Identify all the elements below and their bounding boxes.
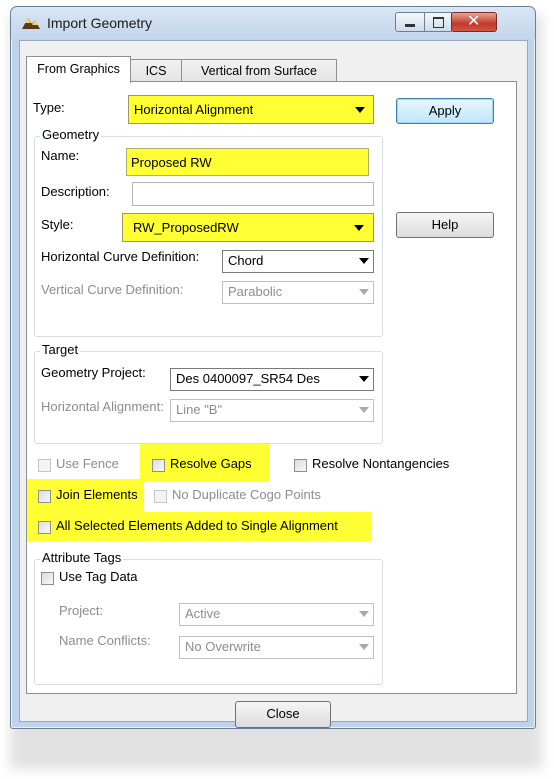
chevron-down-icon	[359, 611, 369, 617]
no-duplicate-cogo-label: No Duplicate Cogo Points	[172, 487, 321, 502]
chevron-down-icon	[359, 644, 369, 650]
chevron-down-icon	[354, 225, 364, 231]
chevron-down-icon	[359, 289, 369, 295]
chevron-down-icon	[359, 376, 369, 382]
horizontal-alignment-label: Horizontal Alignment:	[41, 399, 164, 414]
resolve-nontangencies-checkbox[interactable]	[294, 459, 307, 472]
horizontal-curve-select[interactable]: Chord	[222, 250, 374, 273]
horizontal-curve-label: Horizontal Curve Definition:	[41, 249, 200, 264]
minimize-icon	[405, 24, 415, 27]
geometry-project-label: Geometry Project:	[41, 365, 146, 380]
name-conflicts-label: Name Conflicts:	[59, 633, 151, 648]
chevron-down-icon	[359, 258, 369, 264]
tag-project-select: Active	[179, 603, 374, 626]
resolve-nontangencies-label: Resolve Nontangencies	[312, 456, 450, 471]
title-bar[interactable]: Import Geometry ✕	[11, 7, 535, 39]
attribute-tags-group-title: Attribute Tags	[40, 550, 124, 565]
join-elements-label: Join Elements	[56, 487, 138, 502]
description-label: Description:	[41, 184, 110, 199]
tab-vertical-from-surface[interactable]: Vertical from Surface	[181, 59, 337, 82]
use-fence-label: Use Fence	[56, 456, 119, 471]
maximize-icon	[433, 17, 444, 28]
use-tag-data-checkbox[interactable]	[41, 572, 54, 585]
description-field[interactable]	[132, 182, 374, 206]
no-duplicate-cogo-checkbox[interactable]	[154, 490, 167, 503]
chevron-down-icon	[359, 407, 369, 413]
close-window-button[interactable]: ✕	[451, 11, 497, 32]
type-label: Type:	[33, 100, 65, 115]
vertical-curve-select: Parabolic	[222, 281, 374, 304]
use-fence-checkbox[interactable]	[38, 459, 51, 472]
name-conflicts-select: No Overwrite	[179, 636, 374, 659]
target-group-title: Target	[40, 342, 81, 357]
geometry-project-select[interactable]: Des 0400097_SR54 Des	[170, 368, 374, 391]
dialog-client: From Graphics ICS Vertical from Surface …	[19, 40, 528, 728]
close-icon: ✕	[467, 11, 481, 30]
tag-project-label: Project:	[59, 603, 104, 618]
tab-ics[interactable]: ICS	[129, 59, 183, 82]
name-label: Name:	[41, 148, 80, 163]
horizontal-alignment-select: Line "B"	[170, 399, 374, 422]
from-graphics-panel: Type: Horizontal Alignment Apply Geometr…	[26, 81, 517, 694]
tab-from-graphics[interactable]: From Graphics	[26, 56, 131, 83]
style-select[interactable]: RW_ProposedRW	[122, 213, 374, 242]
minimize-button[interactable]	[395, 12, 425, 32]
all-selected-checkbox[interactable]	[38, 521, 51, 534]
close-button[interactable]: Close	[235, 701, 331, 728]
chevron-down-icon	[355, 107, 365, 113]
join-elements-checkbox[interactable]	[38, 490, 51, 503]
resolve-gaps-checkbox[interactable]	[152, 459, 165, 472]
geometry-group-title: Geometry	[40, 127, 102, 142]
maximize-button[interactable]	[424, 12, 452, 32]
name-field[interactable]: Proposed RW	[126, 148, 369, 176]
resolve-gaps-label: Resolve Gaps	[170, 456, 252, 471]
app-icon	[22, 18, 40, 29]
vertical-curve-label: Vertical Curve Definition:	[41, 282, 184, 297]
window-title: Import Geometry	[47, 15, 153, 31]
import-geometry-dialog: Import Geometry ✕ From Graphics ICS Vert…	[10, 6, 536, 729]
style-label: Style:	[41, 217, 74, 232]
type-select[interactable]: Horizontal Alignment	[128, 95, 374, 124]
apply-button[interactable]: Apply	[396, 98, 494, 124]
help-button[interactable]: Help	[396, 212, 494, 238]
all-selected-label: All Selected Elements Added to Single Al…	[56, 518, 338, 533]
use-tag-data-label: Use Tag Data	[59, 569, 138, 584]
